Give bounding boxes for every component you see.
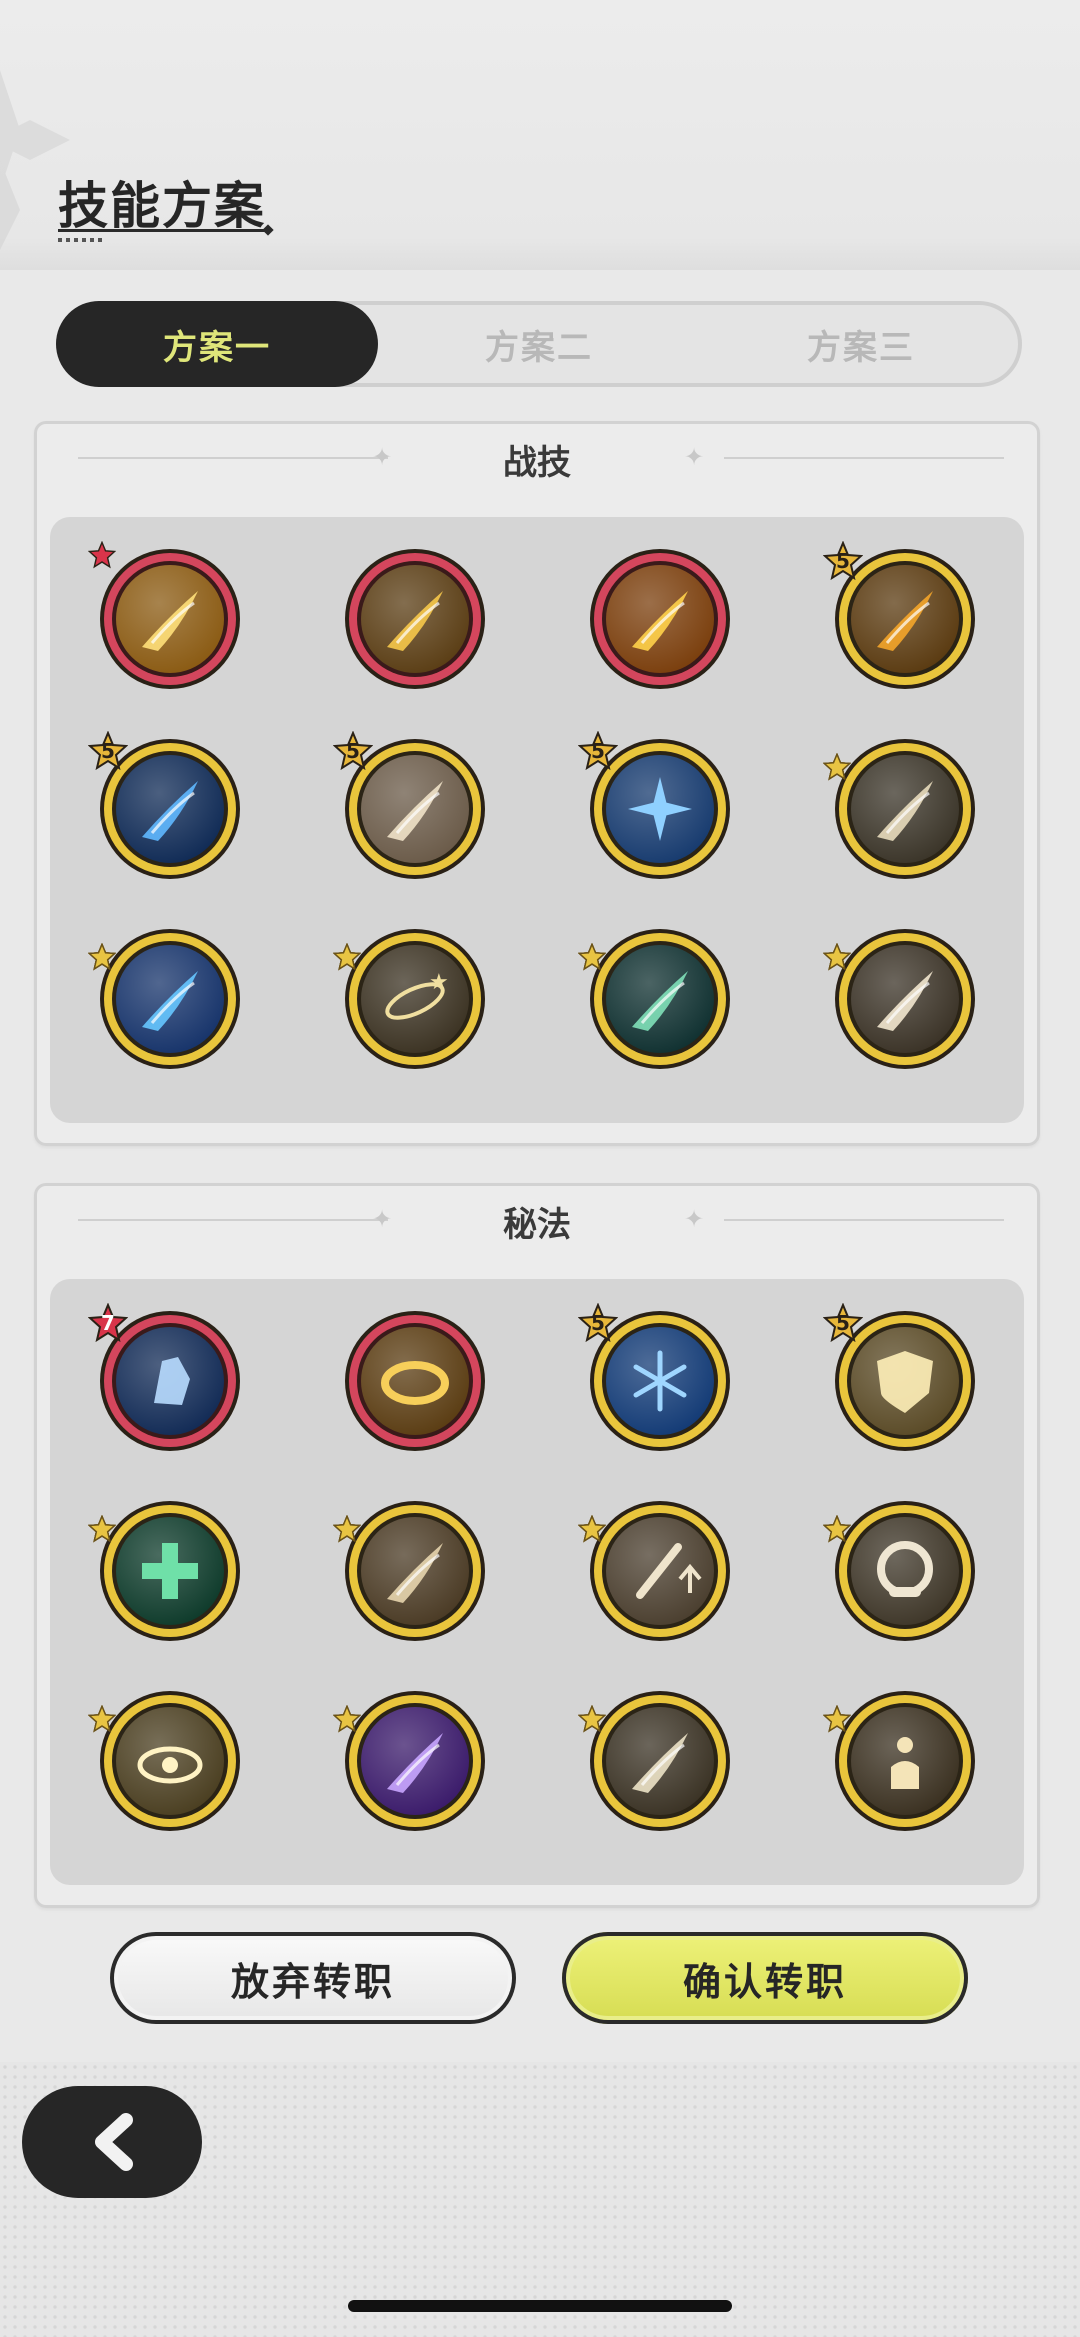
skill-slot[interactable] — [88, 1689, 242, 1833]
skill-slot[interactable] — [823, 1499, 977, 1643]
bell-guard-icon — [835, 1501, 975, 1641]
back-button[interactable] — [22, 2086, 202, 2198]
skill-slot[interactable] — [578, 1689, 732, 1833]
wind-slash-icon — [835, 739, 975, 879]
red-star-badge — [88, 541, 128, 581]
tab-plan-1[interactable]: 方案一 — [56, 301, 378, 387]
level-star-badge: 5 — [333, 731, 373, 771]
skill-level: 5 — [836, 1311, 850, 1335]
abandon-job-change-button[interactable]: 放弃转职 — [110, 1932, 516, 2024]
skill-slot[interactable] — [578, 927, 732, 1071]
rating-star-icon — [578, 1515, 606, 1543]
rating-star-icon — [333, 1705, 361, 1733]
golden-ring-icon — [345, 1311, 485, 1451]
combat-section-title: 战技 — [503, 443, 571, 483]
rating-star-icon — [88, 1515, 116, 1543]
skill-level: 5 — [101, 739, 115, 763]
level-star-badge: 5 — [823, 541, 863, 581]
skill-slot[interactable]: 5 — [88, 731, 242, 881]
level-star-badge: 5 — [578, 1303, 618, 1343]
rating-star-icon — [823, 753, 851, 781]
skill-slot[interactable] — [588, 547, 732, 691]
chevron-left-icon — [95, 2113, 133, 2171]
skill-level: 5 — [346, 739, 360, 763]
skill-slot[interactable] — [823, 927, 977, 1071]
red-star-badge: 7 — [88, 1303, 128, 1343]
level-star-badge: 5 — [88, 731, 128, 771]
skill-slot[interactable] — [88, 927, 242, 1071]
uppercut-strike-icon — [835, 929, 975, 1069]
tab-plan-3[interactable]: 方案三 — [700, 301, 1022, 387]
skill-slot[interactable] — [333, 1499, 487, 1643]
rating-star-icon — [333, 1515, 361, 1543]
skill-slot[interactable] — [88, 1499, 242, 1643]
heal-cross-icon — [100, 1501, 240, 1641]
skill-slot[interactable] — [343, 1309, 487, 1453]
skill-slot[interactable] — [823, 1689, 977, 1833]
water-wave-icon — [100, 929, 240, 1069]
skill-slot[interactable]: ★ — [333, 927, 487, 1071]
combat-skills-panel: ✦ 战技 ✦ 5 5 5 5 ★ — [34, 421, 1040, 1146]
ally-team-icon — [835, 1691, 975, 1831]
skill-level: 5 — [591, 739, 605, 763]
skill-level: 5 — [836, 549, 850, 573]
skill-slot[interactable] — [823, 737, 977, 881]
skill-slot[interactable] — [333, 1689, 487, 1833]
skill-slot[interactable] — [343, 547, 487, 691]
svg-text:★: ★ — [429, 970, 449, 995]
title-dots — [58, 238, 106, 242]
sparkle-icon: ✦ — [684, 1205, 705, 1233]
green-dash-icon — [590, 929, 730, 1069]
secret-skills-panel: ✦ 秘法 ✦ 7 5 5 — [34, 1183, 1040, 1908]
beast-claw-icon — [345, 1501, 485, 1641]
rating-star-icon — [333, 943, 361, 971]
skill-slot[interactable]: 5 — [333, 731, 487, 881]
skill-slot[interactable]: 5 — [578, 1303, 732, 1453]
rating-star-icon — [823, 1515, 851, 1543]
skill-slot[interactable] — [88, 541, 242, 691]
rating-star-icon — [578, 943, 606, 971]
skill-slot[interactable]: 5 — [823, 541, 977, 691]
divider — [724, 457, 1004, 459]
rating-star-icon — [823, 943, 851, 971]
skill-level: 7 — [101, 1311, 115, 1335]
level-star-badge: 5 — [578, 731, 618, 771]
page-title: 技能方案 — [58, 177, 266, 235]
golden-swords-icon — [345, 549, 485, 689]
divider — [724, 1219, 1004, 1221]
all-seeing-eye-icon — [100, 1691, 240, 1831]
fire-burst-icon — [590, 549, 730, 689]
sparkle-icon: ✦ — [684, 443, 705, 471]
plan-tabs: 方案一 方案二 方案三 — [56, 301, 1022, 387]
confirm-job-change-button[interactable]: 确认转职 — [562, 1932, 968, 2024]
tab-plan-2[interactable]: 方案二 — [378, 301, 700, 387]
rating-star-icon — [823, 1705, 851, 1733]
skill-slot[interactable]: 5 — [823, 1303, 977, 1453]
skill-slot[interactable] — [578, 1499, 732, 1643]
sword-buff-icon — [590, 1501, 730, 1641]
title-underline — [58, 229, 270, 232]
rating-star-icon — [88, 1705, 116, 1733]
skill-slot[interactable]: 5 — [578, 731, 732, 881]
rating-star-icon — [578, 1705, 606, 1733]
level-star-badge: 5 — [823, 1303, 863, 1343]
swirl-blade-icon — [590, 1691, 730, 1831]
skill-level: 5 — [591, 1311, 605, 1335]
combat-skill-grid: 5 5 5 5 ★ — [50, 517, 1024, 1123]
home-indicator — [348, 2300, 732, 2312]
purple-debuff-icon — [345, 1691, 485, 1831]
secret-skill-grid: 7 5 5 — [50, 1279, 1024, 1885]
star-orbit-icon: ★ — [345, 929, 485, 1069]
rating-star-icon — [88, 943, 116, 971]
skill-slot[interactable]: 7 — [88, 1303, 242, 1453]
secret-section-title: 秘法 — [503, 1205, 571, 1245]
